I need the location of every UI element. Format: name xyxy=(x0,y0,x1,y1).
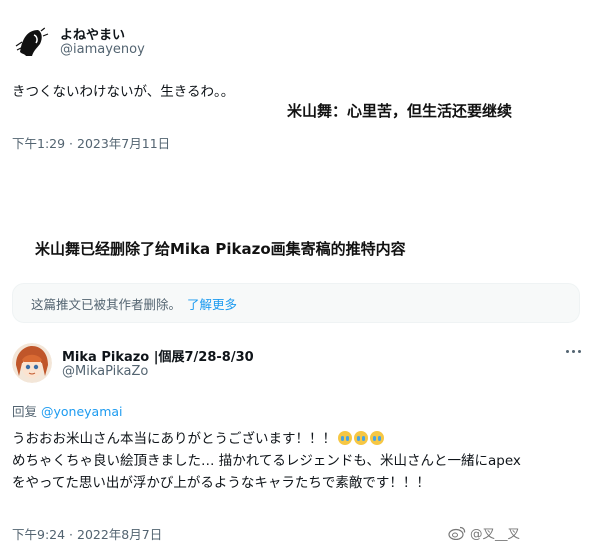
avatar-yoneyamai[interactable] xyxy=(12,22,50,60)
weibo-logo-icon xyxy=(448,526,466,540)
watermark-text: @叉__叉 xyxy=(470,526,521,541)
deleted-notice-text: 这篇推文已被其作者删除。 xyxy=(31,296,182,312)
tweet-text-line: をやってた思い出が浮かび上がるようなキャラたちで素敵です！！！ xyxy=(12,475,430,491)
overlay-caption: 米山舞已经删除了给Mika Pikazo画集寄稿的推特内容 xyxy=(35,240,406,258)
tweet-text: うおおお米山さん本当にありがとうございます！！！ めちゃくちゃ良い絵頂きました…… xyxy=(12,428,577,494)
more-dots-icon[interactable] xyxy=(566,347,582,355)
loudly-crying-face-icon xyxy=(370,431,384,445)
deleted-tweet-notice: 这篇推文已被其作者删除。 了解更多 xyxy=(12,283,580,323)
watermark: @叉__叉 xyxy=(448,523,520,542)
learn-more-link[interactable]: 了解更多 xyxy=(187,294,237,313)
display-name[interactable]: Mika Pikazo |個展7/28-8/30 xyxy=(62,346,254,365)
user-handle[interactable]: @iamayenoy xyxy=(60,42,145,57)
avatar-mikapikazo[interactable] xyxy=(12,343,52,383)
tweet-text-line: めちゃくちゃ良い絵頂きました… 描かれてるレジェンドも、米山さんと一緒にapex xyxy=(12,453,521,469)
tweet-timestamp[interactable]: 下午9:24 · 2022年8月7日 xyxy=(12,524,162,543)
user-handle[interactable]: @MikaPikaZo xyxy=(62,364,148,379)
overlay-caption: 米山舞：心里苦，但生活还要继续 xyxy=(287,102,513,120)
display-name[interactable]: よねやまい xyxy=(60,24,125,43)
tweet-timestamp[interactable]: 下午1:29 · 2023年7月11日 xyxy=(12,133,170,152)
tweet-text: きつくないわけないが、生きるわ。。 xyxy=(12,84,235,100)
reply-mention-link[interactable]: @yoneyamai xyxy=(41,404,123,419)
loudly-crying-face-icon xyxy=(354,431,368,445)
reply-prefix: 回复 xyxy=(12,404,38,419)
loudly-crying-face-icon xyxy=(338,431,352,445)
reply-context: 回复 @yoneyamai xyxy=(12,401,123,420)
tweet-text-line: うおおお米山さん本当にありがとうございます！！！ xyxy=(12,428,577,450)
